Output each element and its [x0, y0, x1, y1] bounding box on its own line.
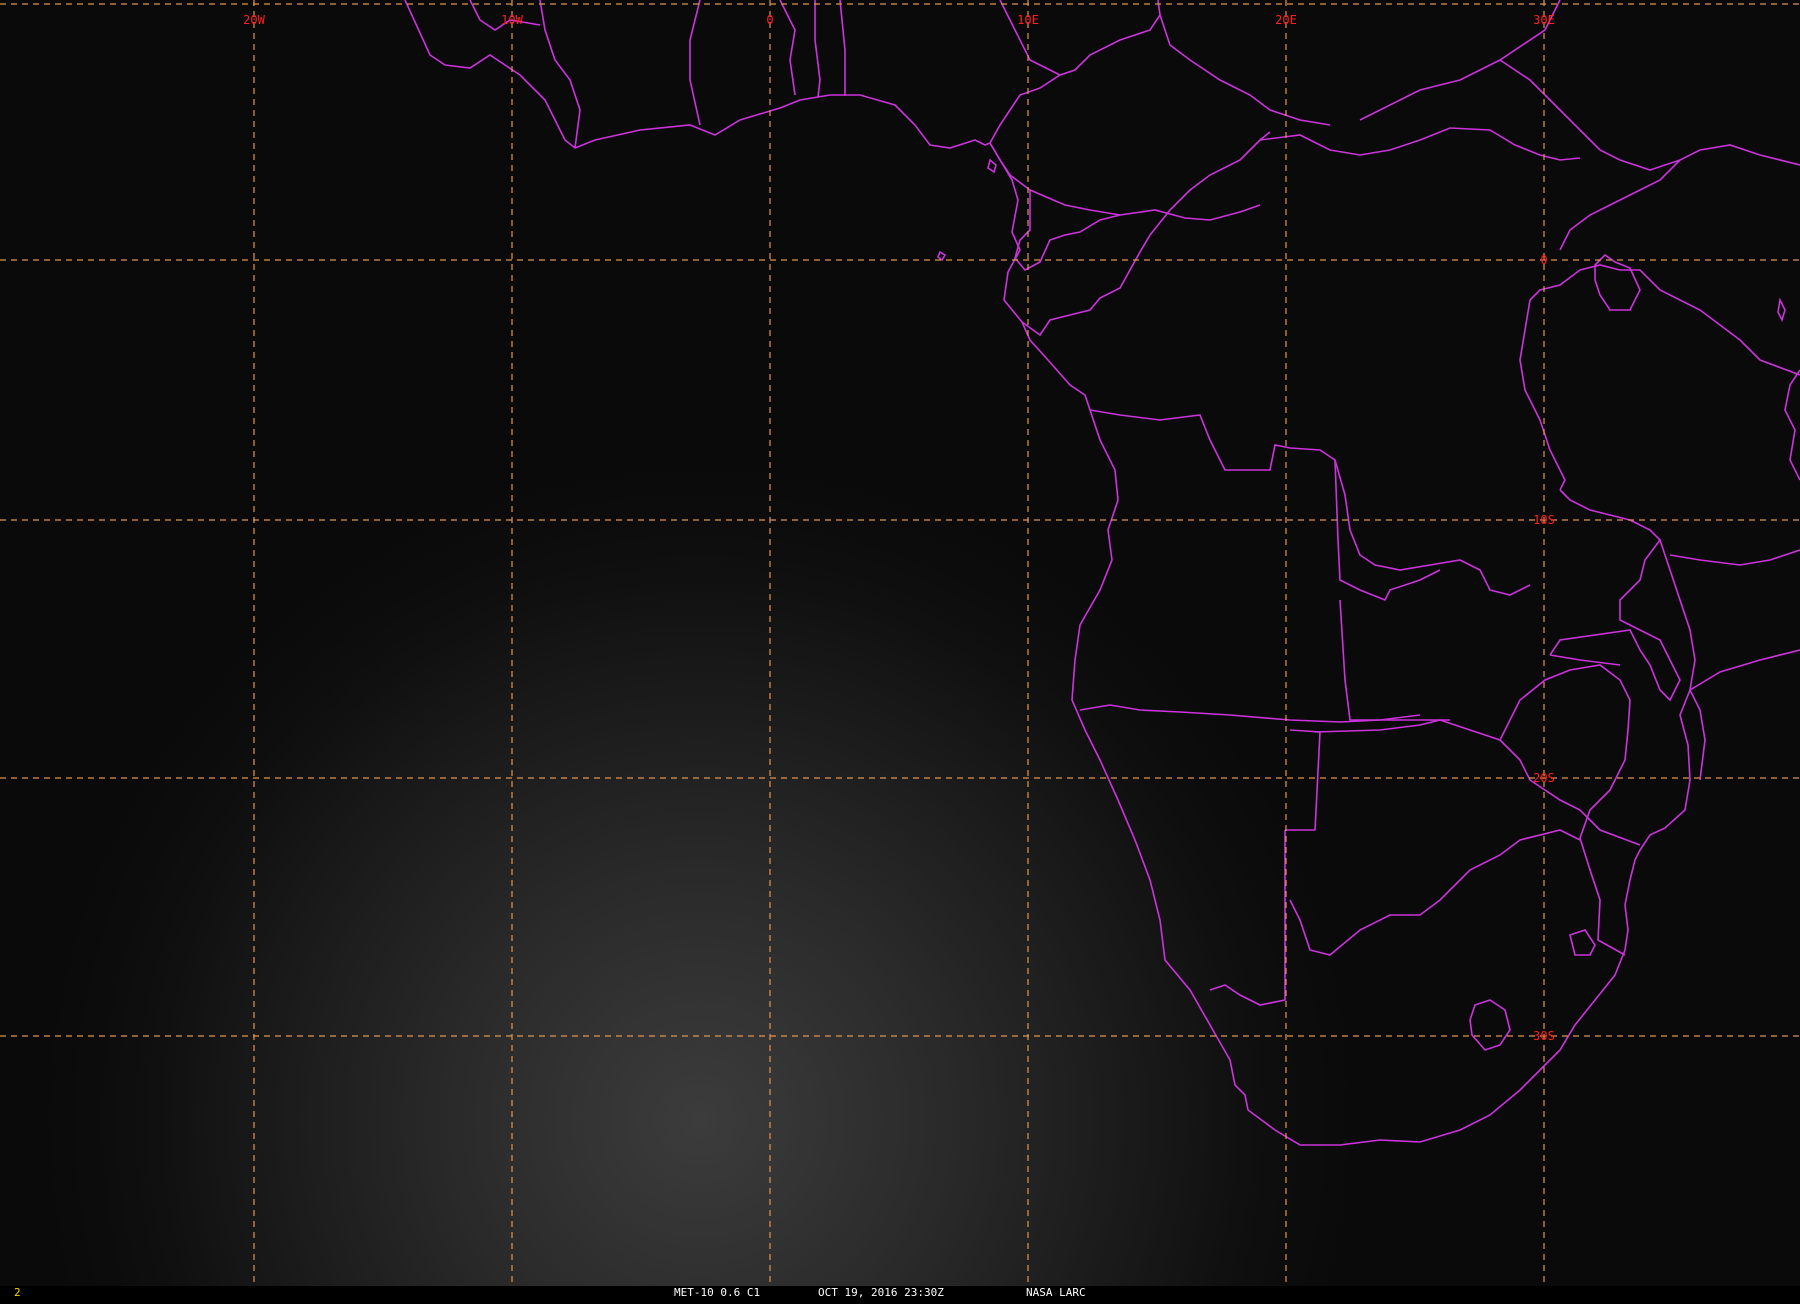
- longitude-label: 0: [766, 13, 773, 27]
- product-label: MET-10 0.6 C1: [674, 1286, 761, 1299]
- satellite-image-canvas: 20W 10W 0 10E 20E 30E 0 10S 20S 30S: [0, 0, 1800, 1300]
- longitude-label: 20E: [1275, 13, 1297, 27]
- latitude-label: 20S: [1533, 771, 1555, 785]
- longitude-label: 10E: [1017, 13, 1039, 27]
- satellite-map-view[interactable]: 20W 10W 0 10E 20E 30E 0 10S 20S 30S 2 MET-10 0.6 …: [0, 0, 1800, 1300]
- longitude-label: 20W: [243, 13, 265, 27]
- latitude-label: 0: [1540, 253, 1547, 267]
- longitude-label: 10W: [501, 13, 523, 27]
- latitude-label: 30S: [1533, 1029, 1555, 1043]
- frame-number: 2: [14, 1286, 21, 1299]
- sun-glint-area: [0, 0, 1800, 1300]
- longitude-label: 30E: [1533, 13, 1555, 27]
- latitude-label: 10S: [1533, 513, 1555, 527]
- source-label: NASA LARC: [1026, 1286, 1086, 1299]
- status-bar: 2 MET-10 0.6 C1 OCT 19, 2016 23:30Z NASA…: [0, 1286, 1800, 1300]
- timestamp-label: OCT 19, 2016 23:30Z: [818, 1286, 944, 1299]
